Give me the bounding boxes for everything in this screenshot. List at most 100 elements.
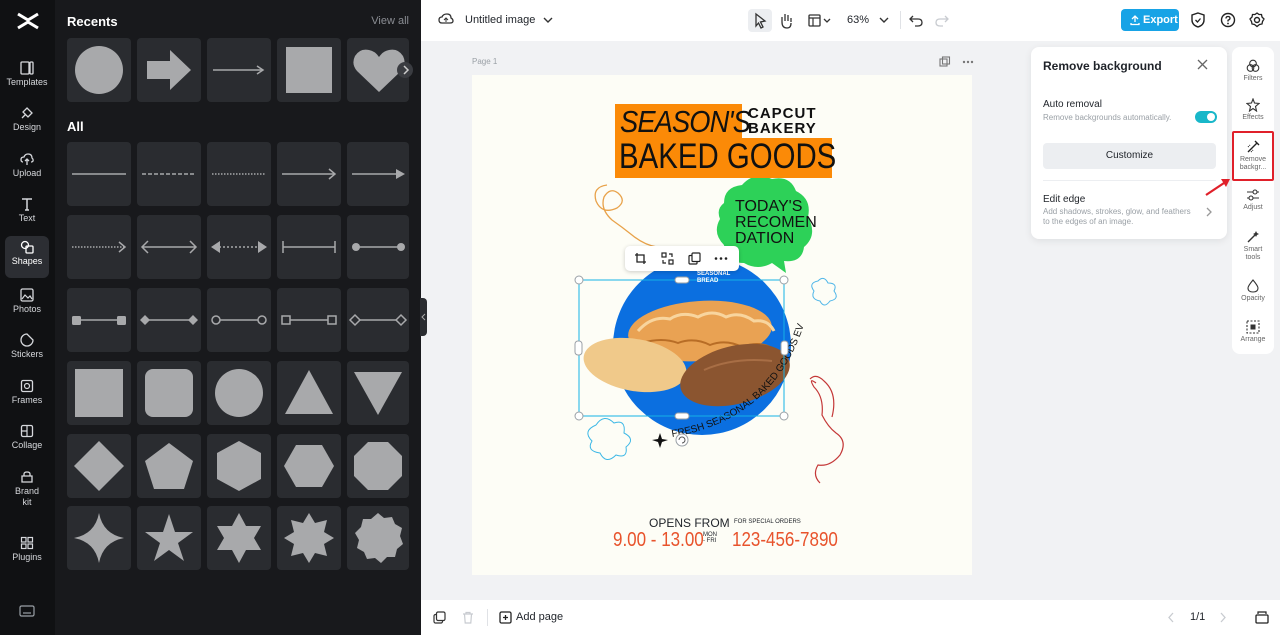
shape-line-arrow[interactable] xyxy=(277,142,341,206)
shape-hexagon[interactable] xyxy=(207,434,271,498)
next-page-icon[interactable] xyxy=(1219,612,1227,623)
tool-smart-tools[interactable]: Smart tools xyxy=(1232,230,1274,262)
shape-circle[interactable] xyxy=(207,361,271,425)
shape-pentagon[interactable] xyxy=(137,434,201,498)
shape-five-point-star[interactable] xyxy=(137,506,201,570)
trash-icon[interactable] xyxy=(462,611,474,624)
edit-edge-label[interactable]: Edit edge xyxy=(1043,194,1085,205)
view-all-link[interactable]: View all xyxy=(371,15,409,27)
crop-icon[interactable] xyxy=(634,252,647,265)
shape-diamond-end-line[interactable] xyxy=(137,288,201,352)
rail-item-text[interactable]: Text xyxy=(5,193,49,235)
shape-octagon[interactable] xyxy=(347,434,409,498)
chevron-down-icon[interactable] xyxy=(543,16,553,24)
add-page-icon[interactable] xyxy=(499,611,512,624)
recent-shape-circle[interactable] xyxy=(67,38,131,102)
recents-next-button[interactable] xyxy=(397,62,413,78)
recents-title: Recents xyxy=(67,14,118,29)
rail-item-photos[interactable]: Photos xyxy=(5,284,49,326)
select-tool-button[interactable] xyxy=(748,9,772,32)
rail-item-brand-kit[interactable]: Brand kit xyxy=(5,466,49,514)
add-page-button[interactable]: Add page xyxy=(516,611,563,623)
shape-dotted-double-arrow[interactable] xyxy=(207,215,271,279)
rail-item-collage[interactable]: Collage xyxy=(5,420,49,462)
shape-dotted-arrow[interactable] xyxy=(67,215,131,279)
layers-icon[interactable] xyxy=(433,611,446,624)
redo-icon[interactable] xyxy=(935,13,949,27)
rail-item-stickers[interactable]: Stickers xyxy=(5,329,49,371)
recent-shape-line-arrow[interactable] xyxy=(207,38,271,102)
shape-four-point-star[interactable] xyxy=(67,506,131,570)
shape-double-arrow[interactable] xyxy=(137,215,201,279)
rail-item-plugins[interactable]: Plugins xyxy=(5,532,49,574)
annotation-arrow xyxy=(1205,179,1230,196)
shape-square-outline-line[interactable] xyxy=(277,288,341,352)
keyboard-icon[interactable] xyxy=(19,604,35,618)
shape-triangle[interactable] xyxy=(277,361,341,425)
replace-icon[interactable] xyxy=(661,252,674,265)
close-icon[interactable] xyxy=(1197,59,1208,70)
rail-item-design[interactable]: Design xyxy=(5,102,49,144)
duplicate-page-icon[interactable] xyxy=(939,56,951,68)
shape-hexagon-horizontal[interactable] xyxy=(277,434,341,498)
shape-eight-point-star[interactable] xyxy=(277,506,341,570)
shape-circle-outline-line[interactable] xyxy=(207,288,271,352)
tool-filters[interactable]: Filters xyxy=(1232,59,1274,83)
zoom-level[interactable]: 63% xyxy=(847,14,869,26)
rail-label: Shapes xyxy=(11,256,43,266)
shape-diamond[interactable] xyxy=(67,434,131,498)
artboard[interactable]: FRESH SEASONAL BAKED GOODS EVERYDAY SEAS… xyxy=(472,75,972,575)
tool-opacity[interactable]: Opacity xyxy=(1232,279,1274,303)
copy-icon[interactable] xyxy=(688,252,701,265)
more-icon[interactable] xyxy=(962,56,974,68)
shape-bar-line[interactable] xyxy=(277,215,341,279)
top-bar: Untitled image 63% Export xyxy=(421,0,1280,41)
recent-shape-arrow[interactable] xyxy=(137,38,201,102)
gear-icon[interactable] xyxy=(1249,12,1265,28)
zoom-dropdown-icon[interactable] xyxy=(879,16,889,24)
shape-badge-star[interactable] xyxy=(347,506,409,570)
tool-arrange[interactable]: Arrange xyxy=(1232,320,1274,344)
shape-dashed-line[interactable] xyxy=(137,142,201,206)
document-title[interactable]: Untitled image xyxy=(465,14,535,26)
hand-tool-button[interactable] xyxy=(774,9,798,32)
rail-item-templates[interactable]: Templates xyxy=(5,57,49,99)
remove-background-panel: Remove background Auto removal Remove ba… xyxy=(1031,47,1227,239)
shape-diamond-outline-line[interactable] xyxy=(347,288,409,352)
shape-rounded-square[interactable] xyxy=(137,361,201,425)
undo-icon[interactable] xyxy=(909,13,923,27)
panel-collapse-handle[interactable] xyxy=(420,298,427,336)
shape-inverted-triangle[interactable] xyxy=(347,361,409,425)
tool-effects[interactable]: Effects xyxy=(1232,98,1274,122)
poster-brand-text: CAPCUT BAKERY xyxy=(748,105,817,137)
export-button[interactable]: Export xyxy=(1121,9,1179,31)
help-icon[interactable] xyxy=(1220,12,1236,28)
shape-six-point-star[interactable] xyxy=(207,506,271,570)
capcut-logo[interactable] xyxy=(15,10,41,32)
shape-square[interactable] xyxy=(67,361,131,425)
poster-recommendation-text: TODAY'S RECOMEN DATION xyxy=(735,198,817,247)
rail-label: Templates xyxy=(6,77,48,87)
shield-icon[interactable] xyxy=(1191,12,1205,28)
tool-adjust[interactable]: Adjust xyxy=(1232,188,1274,212)
auto-removal-toggle[interactable] xyxy=(1195,111,1217,123)
layout-button[interactable] xyxy=(805,9,835,32)
chevron-right-icon[interactable] xyxy=(1205,207,1213,217)
brand-kit-icon xyxy=(21,471,33,483)
pages-overview-icon[interactable] xyxy=(1255,610,1269,624)
more-icon[interactable] xyxy=(714,252,728,265)
chevron-right-icon xyxy=(403,65,410,75)
rail-item-shapes[interactable]: Shapes xyxy=(5,236,49,278)
shape-square-end-line[interactable] xyxy=(67,288,131,352)
shape-line[interactable] xyxy=(67,142,131,206)
cloud-icon[interactable] xyxy=(438,12,454,26)
prev-page-icon[interactable] xyxy=(1167,612,1175,623)
rail-item-frames[interactable]: Frames xyxy=(5,375,49,417)
rail-label: Design xyxy=(12,122,41,132)
shape-dotted-line[interactable] xyxy=(207,142,271,206)
shape-dot-line[interactable] xyxy=(347,215,409,279)
shape-line-solid-arrow[interactable] xyxy=(347,142,409,206)
rail-item-upload[interactable]: Upload xyxy=(5,148,49,190)
recent-shape-square[interactable] xyxy=(277,38,341,102)
customize-button[interactable]: Customize xyxy=(1043,143,1216,169)
